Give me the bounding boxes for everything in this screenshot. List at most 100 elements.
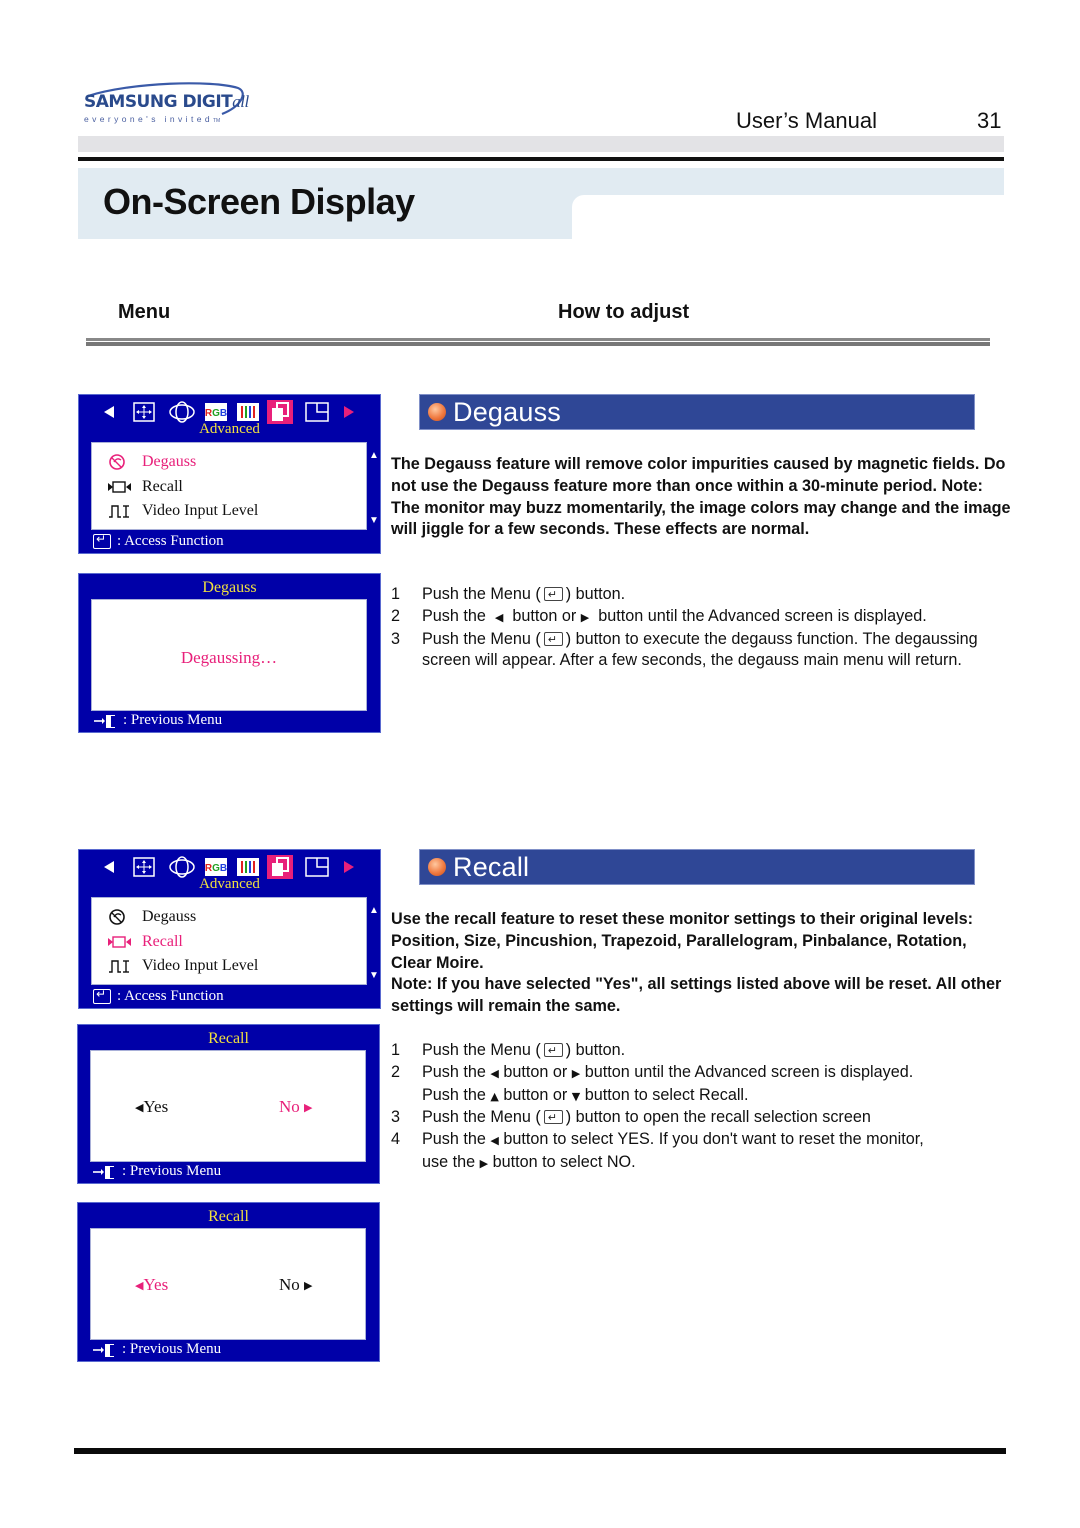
osd-item-degauss[interactable]: Degauss [108,906,196,928]
osd-degaussing-screen: Degauss Degaussing… : Previous Menu [78,573,381,733]
section-title: Degauss [453,396,561,427]
video-input-level-icon [108,957,132,975]
osd-color-bars-icon [237,401,259,423]
scroll-up-icon[interactable]: ▲ [369,905,379,916]
footer-divider [74,1448,1006,1454]
osd-footer-label: : Access Function [117,988,224,1004]
osd-recall-screen-no: Recall ◀ Yes No ▶ : Previous Menu [77,1024,380,1184]
osd-sub-title: Recall [208,1030,249,1047]
left-triangle-icon: ◀ [490,1066,499,1080]
menu-enter-icon [543,1040,563,1062]
osd-sub-panel: Degaussing… [91,599,367,711]
section-title: Recall [453,851,530,882]
step-item: 1 Push the Menu () button. [391,584,1011,606]
column-divider [86,338,990,341]
manual-label: User’s Manual [736,108,878,133]
recall-option-yes[interactable]: ◀ Yes [135,1097,168,1117]
osd-item-video-input-level[interactable]: Video Input Level [108,500,258,522]
right-triangle-icon: ▶ [304,1278,313,1292]
osd-item-recall[interactable]: Recall [108,476,183,498]
section-description: Use the recall feature to reset these mo… [391,909,1011,1018]
header-divider [78,157,1004,161]
osd-right-arrow-icon [343,401,355,423]
section-bullet-icon [428,858,446,876]
osd-sub-title: Recall [208,1208,249,1225]
scroll-down-icon[interactable]: ▼ [369,970,379,981]
step-item: 2 Push the ◀ button or ▶ button until th… [391,606,927,625]
recall-option-no[interactable]: No ▶ [279,1275,313,1295]
right-triangle-icon: ▶ [580,610,590,624]
description-note: Note: If you have selected "Yes", all se… [391,975,1002,1016]
osd-footer-label: : Previous Menu [123,712,223,728]
header-band [78,136,1004,152]
left-triangle-icon: ◀ [135,1278,144,1292]
osd-window-icon [305,401,329,423]
page-title: On-Screen Display [103,181,415,222]
column-header-how-to-adjust: How to adjust [558,301,690,323]
osd-left-arrow-icon [103,856,115,878]
column-divider-lower [86,342,990,346]
steps-list-degauss: 1 Push the Menu () button. 2 Push the ◀ … [391,584,1011,672]
up-triangle-icon: ▲ [490,1089,499,1103]
exit-door-icon [93,1165,114,1179]
osd-advanced-icon [267,855,293,879]
left-triangle-icon: ◀ [494,610,504,624]
left-triangle-icon: ◀ [135,1100,144,1114]
osd-footer: : Previous Menu [92,1341,221,1358]
osd-menu-panel: Degauss Recall Video Input Level [91,897,367,985]
right-triangle-icon: ▶ [571,1066,581,1080]
steps-list-recall: 1 Push the Menu () button. 2 Push the ◀ … [391,1040,1011,1175]
step-item: 2 Push the ◀ button or ▶ button until th… [391,1062,914,1104]
osd-footer: : Previous Menu [92,1163,221,1180]
osd-right-arrow-icon [343,856,355,878]
osd-window-icon [305,856,329,878]
title-band-notch [572,195,1004,245]
column-header-menu: Menu [118,301,171,323]
enter-key-icon [93,987,111,1004]
menu-enter-icon [543,584,563,606]
degauss-icon [108,453,132,471]
osd-item-label: Recall [142,933,183,950]
exit-door-icon [94,714,115,728]
osd-advanced-menu-recall: RGB Advanced Degauss Recall Video Input … [78,849,381,1009]
recall-option-no[interactable]: No ▶ [279,1097,313,1117]
osd-advanced-menu-degauss: RGB Advanced Degauss Recall Video Input … [78,394,381,554]
osd-item-label: Degauss [142,908,197,925]
osd-left-arrow-icon [103,401,115,423]
recall-icon [108,933,132,951]
section-bullet-icon [428,403,446,421]
samsung-logo: SAMSUNG DIGITall everyone's invitedTM [82,80,252,130]
right-triangle-icon: ▶ [479,1156,489,1170]
osd-position-icon [133,401,155,423]
osd-footer: : Previous Menu [93,712,222,729]
left-triangle-icon: ◀ [490,1134,499,1148]
svg-text:RGB: RGB [205,408,227,419]
description-paragraph: Use the recall feature to reset these mo… [391,910,974,972]
osd-item-label: Video Input Level [142,957,259,974]
step-item: 3 Push the Menu () button to execute the… [391,629,1011,673]
recall-option-yes[interactable]: ◀ Yes [135,1275,168,1295]
scroll-up-icon[interactable]: ▲ [369,450,379,461]
osd-sub-panel: ◀ Yes No ▶ [90,1228,366,1340]
osd-advanced-icon [267,400,293,424]
down-triangle-icon: ▼ [571,1089,581,1103]
osd-item-recall[interactable]: Recall [108,931,183,953]
osd-item-label: Video Input Level [142,502,259,519]
osd-sub-title: Degauss [202,579,257,596]
svg-text:RGB: RGB [205,863,227,874]
osd-category-label: Advanced [199,876,260,892]
logo-brand: SAMSUNG DIGITall [84,92,249,112]
logo-tagline: everyone's invitedTM [84,114,221,124]
video-input-level-icon [108,502,132,520]
osd-category-label: Advanced [199,421,260,437]
osd-footer: : Access Function [93,987,224,1005]
osd-item-video-input-level[interactable]: Video Input Level [108,955,258,977]
menu-enter-icon [543,629,563,650]
section-description: The Degauss feature will remove color im… [391,455,1011,539]
recall-icon [108,478,132,496]
osd-footer-label: : Access Function [117,533,224,549]
scroll-down-icon[interactable]: ▼ [369,515,379,526]
osd-rgb-icon: RGB [205,401,227,423]
osd-item-degauss[interactable]: Degauss [108,451,196,473]
enter-key-icon [93,532,111,549]
